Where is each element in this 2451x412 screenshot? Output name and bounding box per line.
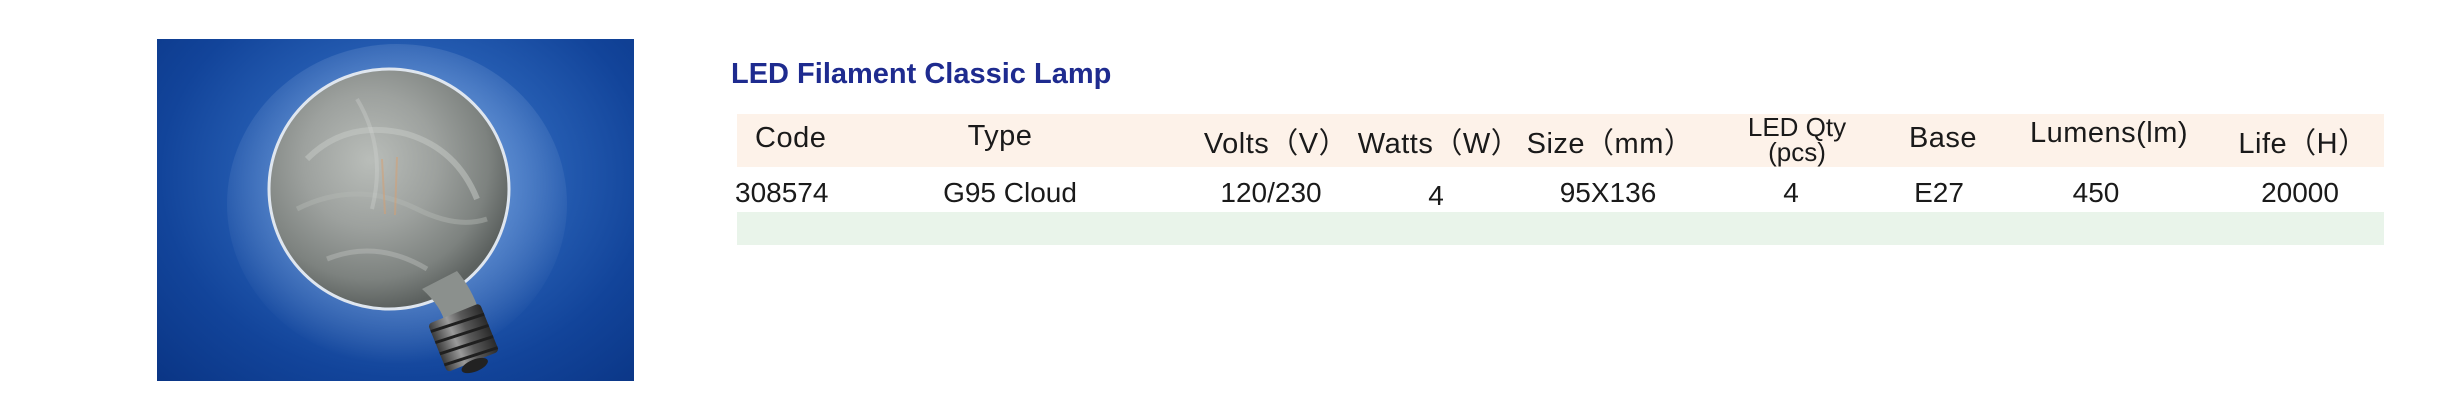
product-photo	[157, 39, 634, 381]
cell-type: G95 Cloud	[943, 177, 1077, 208]
header-led-qty: LED Qty (pcs)	[1748, 114, 1846, 167]
header-life: Life（H）	[2238, 128, 2368, 160]
table-empty-row-band	[737, 212, 2384, 245]
cell-size: 95X136	[1559, 177, 1657, 208]
header-type: Type	[967, 120, 1033, 152]
header-base: Base	[1908, 122, 1978, 154]
header-led-qty-line2: (pcs)	[1768, 137, 1826, 167]
product-title: LED Filament Classic Lamp	[731, 58, 1112, 90]
cell-watts: 4	[1428, 180, 1444, 211]
header-size: Size（mm）	[1526, 128, 1694, 160]
cell-base: E27	[1914, 177, 1964, 208]
cell-life: 20000	[2261, 177, 2339, 208]
header-watts: Watts（W）	[1357, 128, 1521, 160]
cell-volts: 120/230	[1220, 177, 1322, 208]
header-code: Code	[755, 122, 827, 154]
cell-led-qty: 4	[1783, 177, 1799, 208]
header-lumens: Lumens(lm)	[2029, 117, 2189, 149]
bulb-icon	[227, 44, 567, 374]
header-volts: Volts（V）	[1203, 128, 1349, 160]
cell-lumens: 450	[2072, 177, 2120, 208]
cell-code: 308574	[735, 177, 829, 208]
